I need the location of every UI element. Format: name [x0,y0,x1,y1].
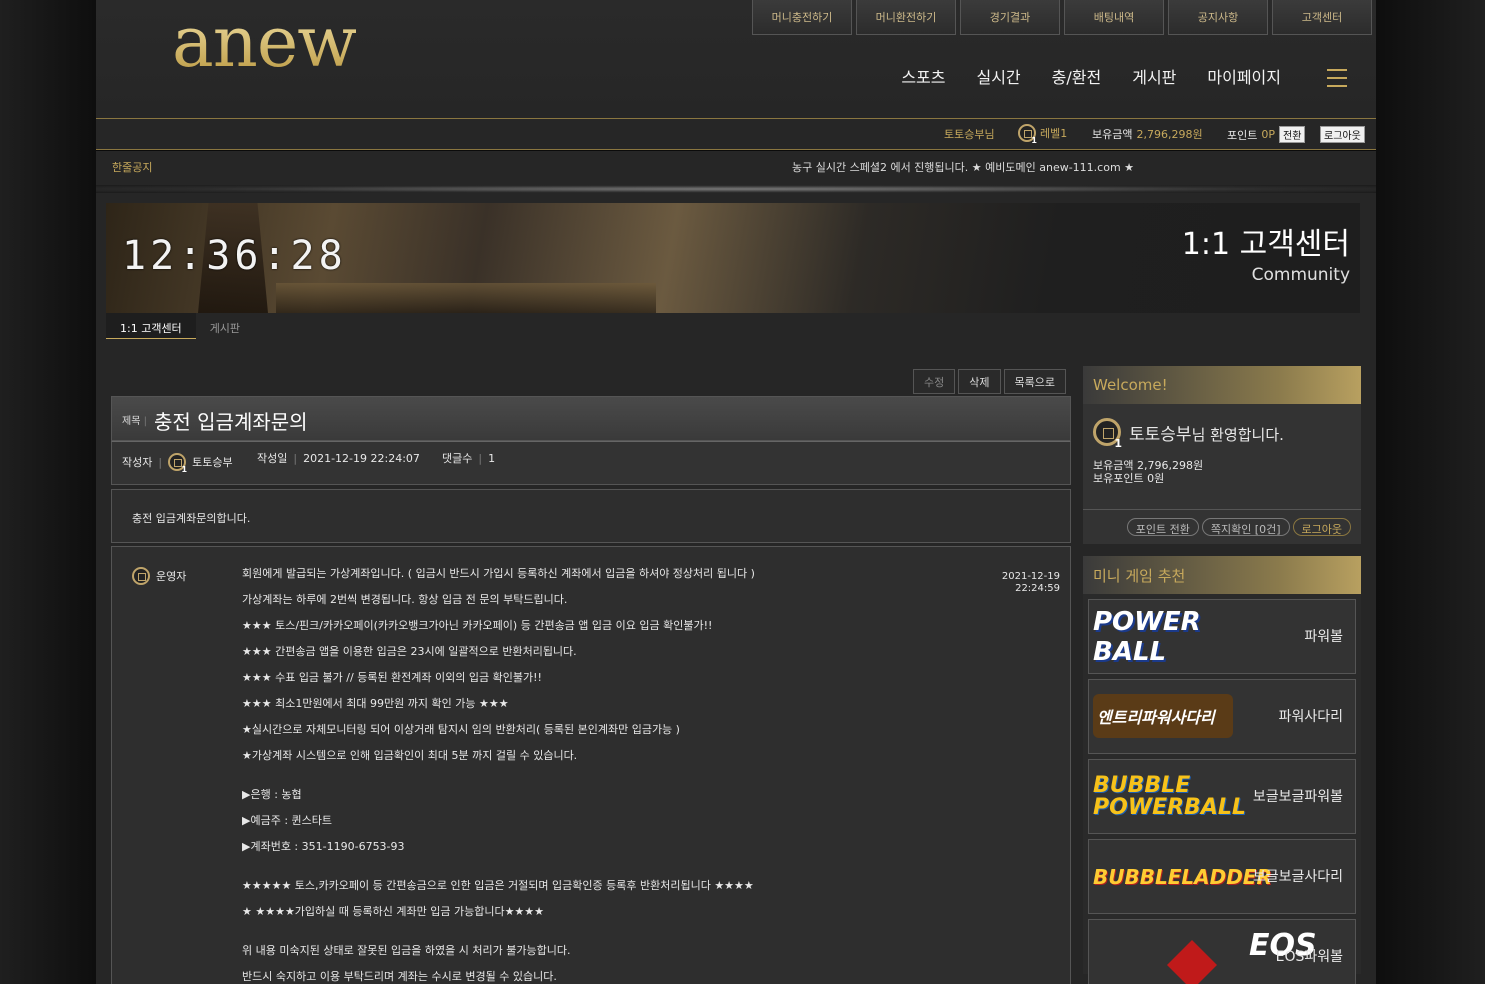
hamburger-menu-icon[interactable] [1327,69,1347,87]
comments-label: 댓글수 [442,452,473,465]
point-convert-button[interactable]: 전환 [1279,126,1306,143]
username: 토토승부님 [944,128,995,141]
mini-game-header: 미니 게임 추천 [1083,556,1361,594]
post-date: 2021-12-19 22:24:07 [303,451,420,465]
comment-author: 운영자 [156,570,187,583]
nav-sports[interactable]: 스포츠 [901,64,945,88]
delete-button[interactable]: 삭제 [958,369,1001,394]
right-background [1376,0,1485,984]
powerball-logo: POWER BALL [1093,607,1201,667]
welcome-balance: 보유금액 2,796,298원 [1093,459,1204,472]
welcome-actions: 포인트 전환 쪽지확인 [0건] 로그아웃 [1083,510,1361,544]
nav-live[interactable]: 실시간 [976,64,1020,88]
comment-text: 회원에게 발급되는 가상계좌입니다. ( 입금시 반드시 가입시 등록하신 계좌… [242,567,755,983]
notice-text: 농구 실시간 스페셜2 에서 진행됩니다. ★ 예비도메인 anew-111.c… [792,161,1135,174]
tab-support[interactable]: 1:1 고객센터 [106,313,196,339]
level-badge-icon: 1 [168,453,187,474]
user-bar: 토토승부님 1 레벨1 보유금액 2,796,298원 포인트 0P 전환 로그… [96,119,1376,149]
divider [96,149,1376,150]
balance-label: 보유금액 [1092,128,1133,141]
eos-gem-icon [1167,940,1217,984]
sidebar: Welcome! 1 토토승부님 환영합니다. 보유금액 2,796,298원 … [1083,366,1361,984]
game-name: 파워볼 [1304,629,1343,645]
post-body: 충전 입금계좌문의합니다. [111,489,1071,543]
main-nav: 스포츠 실시간 충/환전 게시판 마이페이지 [901,64,1281,88]
back-to-list-button[interactable]: 목록으로 [1003,369,1066,394]
banner-title: 1:1 고객센터 [1181,227,1350,262]
welcome-suffix: 님 환영합니다. [1191,425,1284,444]
bubble-powerball-logo: BUBBLE POWERBALL [1093,773,1246,820]
top-menu-results[interactable]: 경기결과 [960,0,1060,35]
post-author: 토토승부 [192,456,233,469]
point-value: 0P [1261,128,1276,141]
game-name: 보글보글사다리 [1252,869,1343,885]
tab-board[interactable]: 게시판 [196,313,254,339]
banner-image-lights [276,283,656,313]
left-background [0,0,96,984]
top-menu-withdraw[interactable]: 머니환전하기 [856,0,956,35]
top-menu-deposit[interactable]: 머니충전하기 [752,0,852,35]
notice-label: 한줄공지 [112,161,153,174]
comment-count: 1 [488,451,496,465]
comment-item: 운영자 2021-12-19 22:24:59 회원에게 발급되는 가상계좌입니다… [111,546,1071,984]
post-title: 충전 입금계좌문의 [154,410,308,434]
logout-button[interactable]: 로그아웃 [1320,126,1365,143]
admin-badge-icon [132,567,150,585]
post-content: 충전 입금계좌문의합니다. [132,512,251,525]
power-ladder-logo: 엔트리파워사다리 [1093,694,1233,738]
top-menu-support[interactable]: 고객센터 [1272,0,1372,35]
banner-subtitle: Community [1251,265,1350,285]
game-power-ladder[interactable]: 엔트리파워사다리 파워사다리 [1088,679,1356,754]
welcome-panel: 1 토토승부님 환영합니다. 보유금액 2,796,298원 보유포인트 0원 [1083,404,1361,510]
date-label: 작성일 [257,452,288,465]
game-bubble-powerball[interactable]: BUBBLE POWERBALL 보글보글파워볼 [1088,759,1356,834]
post-actions: 수정 삭제 목록으로 [913,369,1066,394]
mini-game-list: POWER BALL 파워볼 엔트리파워사다리 파워사다리 BUBBLE POW… [1083,594,1361,984]
site-logo[interactable]: anew [172,2,357,82]
game-eos-powerball[interactable]: EOS EOS파워볼 [1088,919,1356,984]
site-header: anew 머니충전하기 머니환전하기 경기결과 배팅내역 공지사항 고객센터 스… [96,0,1376,118]
point-convert-button[interactable]: 포인트 전환 [1126,518,1199,536]
post-meta: 작성자 | 1 토토승부 작성일 | 2021-12-19 22:24:07 댓글수… [111,441,1071,485]
level-badge-icon: 1 [1018,124,1037,145]
game-name: 보글보글파워볼 [1252,789,1343,805]
glow-divider [96,185,1376,193]
comment-date: 2021-12-19 22:24:59 [1001,571,1060,594]
game-bubble-ladder[interactable]: BUBBLELADDER 보글보글사다리 [1088,839,1356,914]
game-name: EOS파워볼 [1275,949,1343,965]
nav-board[interactable]: 게시판 [1132,64,1176,88]
title-label: 제목 | [122,416,147,427]
game-powerball[interactable]: POWER BALL 파워볼 [1088,599,1356,674]
user-level: 레벨1 [1040,127,1068,140]
game-name: 파워사다리 [1278,709,1343,725]
balance-value: 2,796,298원 [1136,128,1203,141]
notice-bar: 한줄공지 농구 실시간 스페셜2 에서 진행됩니다. ★ 예비도메인 anew-… [96,151,1376,185]
point-label: 포인트 [1227,128,1258,142]
top-menu: 머니충전하기 머니환전하기 경기결과 배팅내역 공지사항 고객센터 [752,0,1372,35]
welcome-points: 보유포인트 0원 [1093,472,1165,485]
sub-tabs: 1:1 고객센터 게시판 [106,313,254,339]
post-title-bar: 제목 | 충전 입금계좌문의 [111,396,1071,441]
content-area: 12:36:28 1:1 고객센터 Community 1:1 고객센터 게시판… [96,193,1376,984]
digital-clock: 12:36:28 [122,233,347,279]
logout-button[interactable]: 로그아웃 [1292,518,1351,536]
welcome-header: Welcome! [1083,366,1361,404]
level-badge-icon: 1 [1093,418,1122,450]
nav-cash[interactable]: 충/환전 [1052,64,1102,88]
top-menu-notices[interactable]: 공지사항 [1168,0,1268,35]
welcome-username: 토토승부 [1129,424,1192,445]
edit-button[interactable]: 수정 [913,369,956,394]
bubble-ladder-logo: BUBBLELADDER [1093,865,1272,889]
author-label: 작성자 [122,456,153,469]
page-banner: 12:36:28 1:1 고객센터 Community [106,203,1360,313]
messages-button[interactable]: 쪽지확인 [0건] [1201,518,1290,536]
nav-mypage[interactable]: 마이페이지 [1207,64,1281,88]
top-menu-bet-history[interactable]: 배팅내역 [1064,0,1164,35]
